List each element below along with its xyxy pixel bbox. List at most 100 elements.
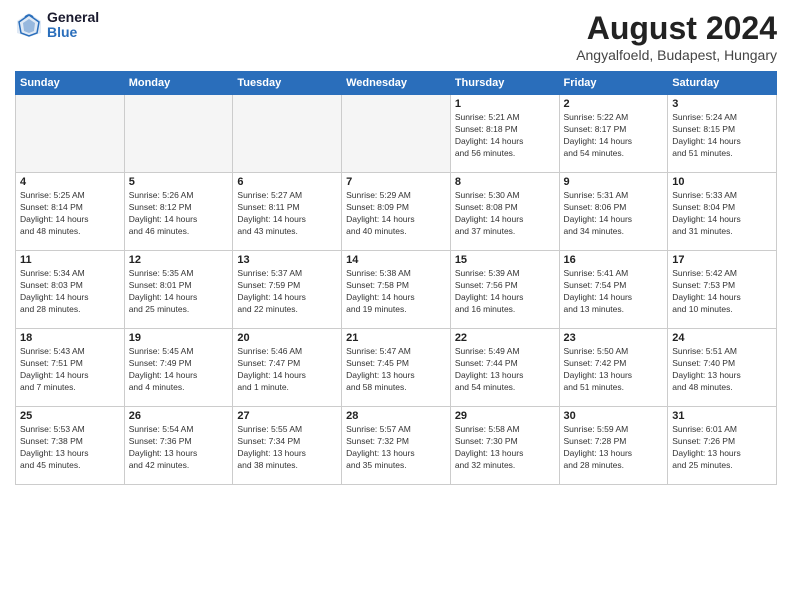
logo-icon [15,11,43,39]
week-row-4: 18Sunrise: 5:43 AM Sunset: 7:51 PM Dayli… [16,329,777,407]
day-number: 25 [20,410,120,422]
calendar-cell: 11Sunrise: 5:34 AM Sunset: 8:03 PM Dayli… [16,251,125,329]
calendar-cell: 25 Sunrise: 5:53 AM Sunset: 7:38 PM Dayli… [16,407,125,485]
day-number: 31 [672,410,772,422]
calendar-cell [16,95,125,173]
logo-general: General [47,10,99,25]
day-header-friday: Friday [559,72,668,95]
day-number: 13 [237,254,337,266]
day-info: Sunrise: 5:58 AM Sunset: 7:30 PM Dayligh… [455,424,555,472]
week-row-3: 11Sunrise: 5:34 AM Sunset: 8:03 PM Dayli… [16,251,777,329]
day-number: 19 [129,332,229,344]
calendar-cell: 31 Sunrise: 6:01 AM Sunset: 7:26 PM Dayli… [668,407,777,485]
calendar-cell: 3 Sunrise: 5:24 AM Sunset: 8:15 PM Daylig… [668,95,777,173]
day-number: 29 [455,410,555,422]
calendar-cell: 23 Sunrise: 5:50 AM Sunset: 7:42 PM Dayli… [559,329,668,407]
day-number: 7 [346,176,446,188]
logo-text: General Blue [47,10,99,41]
day-header-tuesday: Tuesday [233,72,342,95]
day-info: Sunrise: 6:01 AM Sunset: 7:26 PM Dayligh… [672,424,772,472]
day-info: Sunrise: 5:45 AM Sunset: 7:49 PM Dayligh… [129,346,229,394]
calendar-cell [233,95,342,173]
day-number: 12 [129,254,229,266]
calendar-page: General Blue August 2024 Angyalfoeld, Bu… [0,0,792,612]
day-info: Sunrise: 5:41 AM Sunset: 7:54 PM Dayligh… [564,268,664,316]
day-info: Sunrise: 5:26 AM Sunset: 8:12 PM Dayligh… [129,190,229,238]
day-number: 27 [237,410,337,422]
day-info: Sunrise: 5:50 AM Sunset: 7:42 PM Dayligh… [564,346,664,394]
header-row: SundayMondayTuesdayWednesdayThursdayFrid… [16,72,777,95]
day-header-sunday: Sunday [16,72,125,95]
calendar-cell: 16 Sunrise: 5:41 AM Sunset: 7:54 PM Dayli… [559,251,668,329]
day-number: 6 [237,176,337,188]
week-row-1: 1Sunrise: 5:21 AM Sunset: 8:18 PM Daylig… [16,95,777,173]
day-info: Sunrise: 5:35 AM Sunset: 8:01 PM Dayligh… [129,268,229,316]
calendar-cell: 29 Sunrise: 5:58 AM Sunset: 7:30 PM Dayli… [450,407,559,485]
day-number: 28 [346,410,446,422]
day-info: Sunrise: 5:55 AM Sunset: 7:34 PM Dayligh… [237,424,337,472]
day-number: 3 [672,98,772,110]
day-info: Sunrise: 5:21 AM Sunset: 8:18 PM Dayligh… [455,112,555,160]
day-number: 15 [455,254,555,266]
day-header-wednesday: Wednesday [342,72,451,95]
day-number: 17 [672,254,772,266]
day-info: Sunrise: 5:27 AM Sunset: 8:11 PM Dayligh… [237,190,337,238]
calendar-cell: 6 Sunrise: 5:27 AM Sunset: 8:11 PM Daylig… [233,173,342,251]
week-row-5: 25 Sunrise: 5:53 AM Sunset: 7:38 PM Dayli… [16,407,777,485]
calendar-cell: 21 Sunrise: 5:47 AM Sunset: 7:45 PM Dayli… [342,329,451,407]
day-info: Sunrise: 5:25 AM Sunset: 8:14 PM Dayligh… [20,190,120,238]
day-number: 9 [564,176,664,188]
calendar-cell: 5 Sunrise: 5:26 AM Sunset: 8:12 PM Daylig… [124,173,233,251]
calendar-cell: 20 Sunrise: 5:46 AM Sunset: 7:47 PM Dayli… [233,329,342,407]
day-number: 14 [346,254,446,266]
calendar-cell: 28 Sunrise: 5:57 AM Sunset: 7:32 PM Dayli… [342,407,451,485]
day-info: Sunrise: 5:46 AM Sunset: 7:47 PM Dayligh… [237,346,337,394]
calendar-cell: 10 Sunrise: 5:33 AM Sunset: 8:04 PM Dayli… [668,173,777,251]
day-number: 22 [455,332,555,344]
day-info: Sunrise: 5:30 AM Sunset: 8:08 PM Dayligh… [455,190,555,238]
day-info: Sunrise: 5:39 AM Sunset: 7:56 PM Dayligh… [455,268,555,316]
calendar-table: SundayMondayTuesdayWednesdayThursdayFrid… [15,71,777,485]
day-info: Sunrise: 5:38 AM Sunset: 7:58 PM Dayligh… [346,268,446,316]
day-info: Sunrise: 5:47 AM Sunset: 7:45 PM Dayligh… [346,346,446,394]
day-info: Sunrise: 5:57 AM Sunset: 7:32 PM Dayligh… [346,424,446,472]
calendar-cell: 7Sunrise: 5:29 AM Sunset: 8:09 PM Daylig… [342,173,451,251]
day-number: 20 [237,332,337,344]
day-info: Sunrise: 5:31 AM Sunset: 8:06 PM Dayligh… [564,190,664,238]
day-info: Sunrise: 5:33 AM Sunset: 8:04 PM Dayligh… [672,190,772,238]
day-info: Sunrise: 5:24 AM Sunset: 8:15 PM Dayligh… [672,112,772,160]
day-number: 21 [346,332,446,344]
calendar-cell: 8 Sunrise: 5:30 AM Sunset: 8:08 PM Daylig… [450,173,559,251]
calendar-cell: 18Sunrise: 5:43 AM Sunset: 7:51 PM Dayli… [16,329,125,407]
day-number: 8 [455,176,555,188]
calendar-cell: 17Sunrise: 5:42 AM Sunset: 7:53 PM Dayli… [668,251,777,329]
day-info: Sunrise: 5:22 AM Sunset: 8:17 PM Dayligh… [564,112,664,160]
day-number: 23 [564,332,664,344]
title-section: August 2024 Angyalfoeld, Budapest, Hunga… [576,10,777,63]
day-number: 2 [564,98,664,110]
calendar-cell: 1Sunrise: 5:21 AM Sunset: 8:18 PM Daylig… [450,95,559,173]
calendar-cell [342,95,451,173]
day-info: Sunrise: 5:59 AM Sunset: 7:28 PM Dayligh… [564,424,664,472]
calendar-cell: 22Sunrise: 5:49 AM Sunset: 7:44 PM Dayli… [450,329,559,407]
day-number: 10 [672,176,772,188]
day-info: Sunrise: 5:54 AM Sunset: 7:36 PM Dayligh… [129,424,229,472]
calendar-cell: 24Sunrise: 5:51 AM Sunset: 7:40 PM Dayli… [668,329,777,407]
calendar-cell: 4 Sunrise: 5:25 AM Sunset: 8:14 PM Daylig… [16,173,125,251]
calendar-cell [124,95,233,173]
day-header-thursday: Thursday [450,72,559,95]
day-number: 4 [20,176,120,188]
day-number: 16 [564,254,664,266]
calendar-cell: 9 Sunrise: 5:31 AM Sunset: 8:06 PM Daylig… [559,173,668,251]
calendar-cell: 14 Sunrise: 5:38 AM Sunset: 7:58 PM Dayli… [342,251,451,329]
day-number: 5 [129,176,229,188]
day-header-saturday: Saturday [668,72,777,95]
calendar-cell: 2 Sunrise: 5:22 AM Sunset: 8:17 PM Daylig… [559,95,668,173]
day-info: Sunrise: 5:53 AM Sunset: 7:38 PM Dayligh… [20,424,120,472]
day-number: 30 [564,410,664,422]
day-info: Sunrise: 5:37 AM Sunset: 7:59 PM Dayligh… [237,268,337,316]
week-row-2: 4 Sunrise: 5:25 AM Sunset: 8:14 PM Daylig… [16,173,777,251]
calendar-cell: 27 Sunrise: 5:55 AM Sunset: 7:34 PM Dayli… [233,407,342,485]
day-number: 24 [672,332,772,344]
calendar-cell: 12 Sunrise: 5:35 AM Sunset: 8:01 PM Dayli… [124,251,233,329]
